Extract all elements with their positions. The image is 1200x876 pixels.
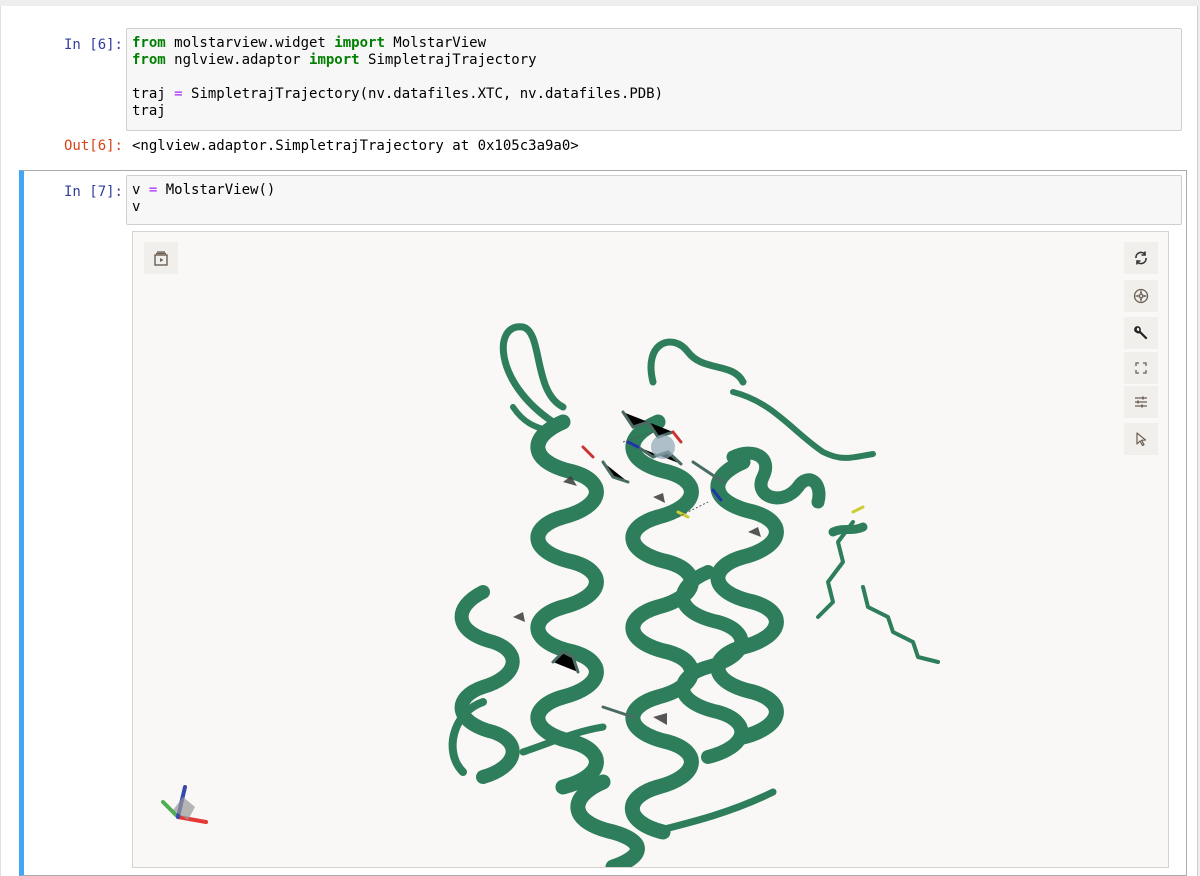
cell7-input-prompt: In [7]: — [63, 184, 123, 200]
code-token: v — [132, 199, 141, 215]
code-token: traj — [132, 86, 175, 102]
code-token: molstarview.widget — [165, 35, 335, 51]
code-line: v = MolstarView() — [132, 182, 1176, 199]
animation-button[interactable] — [144, 242, 178, 274]
wrench-icon — [1134, 326, 1148, 340]
controls-button[interactable] — [1124, 317, 1158, 349]
settings-button[interactable] — [1124, 386, 1158, 418]
code-token: MolstarView — [384, 35, 487, 51]
code-line: traj — [132, 103, 1176, 120]
code-line: traj = SimpletrajTrajectory(nv.datafiles… — [132, 86, 1176, 103]
screenshot-icon — [1133, 288, 1149, 304]
code-token: nglview.adaptor — [165, 52, 310, 68]
settings-icon — [1135, 396, 1147, 408]
code-line: v — [132, 199, 1176, 216]
code-operator: = — [174, 86, 183, 102]
cell6-input-prompt: In [6]: — [63, 37, 123, 53]
cell7-code-editor[interactable]: v = MolstarView() v — [126, 175, 1182, 225]
code-line: from nglview.adaptor import SimpletrajTr… — [132, 52, 1176, 69]
cell6-code-editor[interactable]: from molstarview.widget import MolstarVi… — [126, 28, 1182, 131]
code-keyword: import — [309, 52, 360, 68]
animation-icon — [154, 251, 168, 266]
expand-icon — [1135, 362, 1147, 374]
code-line: from molstarview.widget import MolstarVi… — [132, 35, 1176, 52]
code-keyword: from — [132, 52, 166, 68]
selection-cursor-icon — [1136, 432, 1147, 447]
code-token: MolstarView() — [157, 182, 276, 198]
selection-mode-button[interactable] — [1124, 423, 1158, 455]
code-token: SimpletrajTrajectory — [359, 52, 537, 68]
code-token: v — [132, 182, 149, 198]
molstar-viewer[interactable] — [132, 231, 1169, 868]
code-keyword: from — [132, 35, 166, 51]
code-token: SimpletrajTrajectory(nv.datafiles.XTC, n… — [182, 86, 664, 102]
code-token: traj — [132, 103, 166, 119]
fullscreen-button[interactable] — [1124, 352, 1158, 384]
reset-camera-button[interactable] — [1124, 242, 1158, 274]
code-keyword: import — [334, 35, 385, 51]
screenshot-button[interactable] — [1124, 280, 1158, 312]
notebook-container: In [6]: from molstarview.widget import M… — [0, 6, 1198, 876]
cell6-output-prompt: Out[6]: — [63, 138, 123, 154]
axes-gizmo — [161, 785, 208, 824]
cell6-output-text: <nglview.adaptor.SimpletrajTrajectory at… — [132, 138, 579, 154]
molecule-3d-canvas[interactable] — [133, 232, 1168, 867]
reset-icon — [1135, 251, 1147, 265]
